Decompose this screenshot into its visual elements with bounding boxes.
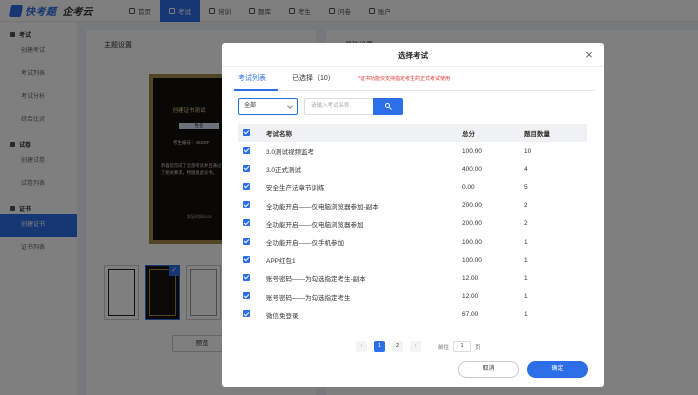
question-count: 1 [524,238,528,246]
table-row[interactable]: 安全生产法章节训练 0.00 5 [238,178,587,196]
table-row[interactable]: APP红包1 100.00 1 [238,251,587,269]
exam-name: 全功能开启——仅电脑浏览器参加-副本 [266,203,379,211]
question-count: 1 [524,311,528,319]
goto-label: 前往 [438,344,450,351]
table-body: 3.0测试视频监考 100.00 10 3.0正式测试 400.00 4 安全生产法章节训练… [238,142,587,324]
row-checkbox-cell [238,201,266,210]
status-select[interactable]: 全部 [238,98,298,115]
question-count: 5 [524,183,528,191]
row-checkbox-cell [238,219,266,228]
exam-name: 账号密码——为勾选指定考生-副本 [266,276,366,284]
exam-score: 12.00 [462,293,479,301]
row-checkbox-cell [238,273,266,283]
exam-name: 3.0测试视频监考 [266,149,315,157]
row-checkbox[interactable] [243,292,250,300]
exam-name: 全功能开启——仅手机参加 [266,240,344,248]
header-count: 题目数量 [524,131,550,138]
row-checkbox-cell [238,237,266,247]
confirm-button[interactable]: 确定 [527,361,588,378]
row-checkbox[interactable] [243,164,250,172]
pagination: ‹ 1 2 › 前往 1 页 [356,341,481,352]
header-score: 总分 [462,131,475,138]
exam-name: 3.0正式测试 [266,167,302,175]
question-count: 2 [524,202,528,210]
table-row[interactable]: 全功能开启——仅电脑浏览器参加 200.00 2 [238,215,587,233]
exam-name: 账号密码——为勾选指定考生 [266,294,351,302]
question-count: 1 [524,256,528,264]
active-tab-indicator [234,89,278,91]
search-icon-handle [389,107,392,110]
table-row[interactable]: 全功能开启——仅手机参加 100.00 1 [238,233,587,251]
tab-selected[interactable]: 已选择（10） [292,73,335,83]
header-name: 考试名称 [266,131,292,138]
goto-page-input[interactable]: 1 [453,341,472,352]
row-checkbox[interactable] [243,182,250,190]
row-checkbox[interactable] [243,237,250,245]
cancel-button[interactable]: 取消 [458,361,519,378]
exam-name: APP红包1 [266,258,296,266]
row-checkbox[interactable] [243,273,250,281]
row-checkbox-cell [238,292,266,301]
exam-table: 考试名称 总分 题目数量 3.0测试视频监考 100.00 10 3.0正式测试 400… [238,124,587,324]
table-row[interactable]: 微信免登录 67.00 1 [238,306,587,324]
exam-name: 微信免登录 [266,312,299,320]
exam-score: 100.00 [462,256,482,264]
row-checkbox[interactable] [243,146,250,154]
row-checkbox[interactable] [243,219,250,227]
table-header: 考试名称 总分 题目数量 [238,124,587,142]
row-checkbox-cell [238,164,266,174]
select-exam-dialog: 选择考试 × 考试列表 已选择（10） *证书功能仅支持指定考生的正式考试使用 … [222,43,604,387]
row-checkbox-cell [238,255,266,265]
dialog-header: 选择考试 × [222,43,604,67]
exam-score: 12.00 [462,274,479,282]
exam-name: 全功能开启——仅电脑浏览器参加 [266,221,364,229]
table-row[interactable]: 账号密码——为勾选指定考生-副本 12.00 1 [238,269,587,287]
exam-search-input[interactable]: 请输入考试名称 [304,98,374,115]
next-page-button[interactable]: › [410,341,421,352]
question-count: 10 [524,147,532,155]
close-icon[interactable]: × [582,48,596,62]
table-row[interactable]: 账号密码——为勾选指定考生 12.00 1 [238,288,587,306]
tab-exam-list[interactable]: 考试列表 [238,73,266,83]
exam-score: 400.00 [462,165,482,173]
row-checkbox-cell [238,310,266,319]
row-checkbox[interactable] [243,310,250,318]
exam-score: 0.00 [462,183,475,191]
status-select-value: 全部 [244,103,257,109]
exam-name: 安全生产法章节训练 [266,185,325,193]
select-all-cell [238,128,266,138]
page-suffix: 页 [475,344,481,351]
exam-score: 200.00 [462,202,482,210]
row-checkbox-cell [238,182,266,192]
search-button[interactable] [373,98,403,115]
dialog-tabs: 考试列表 已选择（10） *证书功能仅支持指定考生的正式考试使用 [232,67,594,91]
certificate-note: *证书功能仅支持指定考生的正式考试使用 [358,76,450,82]
row-checkbox[interactable] [243,201,250,209]
table-row[interactable]: 全功能开启——仅电脑浏览器参加-副本 200.00 2 [238,197,587,215]
prev-page-button[interactable]: ‹ [356,341,367,352]
exam-score: 67.00 [462,311,479,319]
page-2-button[interactable]: 2 [392,341,403,352]
question-count: 1 [524,274,528,282]
table-row[interactable]: 3.0测试视频监考 100.00 10 [238,142,587,160]
question-count: 1 [524,293,528,301]
table-row[interactable]: 3.0正式测试 400.00 4 [238,160,587,178]
question-count: 4 [524,165,528,173]
question-count: 2 [524,220,528,228]
row-checkbox[interactable] [243,255,250,263]
dialog-title: 选择考试 [398,51,428,60]
row-checkbox-cell [238,146,266,156]
chevron-down-icon [287,103,293,109]
select-all-checkbox[interactable] [243,128,250,136]
exam-score: 200.00 [462,220,482,228]
page-1-button[interactable]: 1 [374,341,385,352]
exam-score: 100.00 [462,147,482,155]
exam-score: 100.00 [462,238,482,246]
